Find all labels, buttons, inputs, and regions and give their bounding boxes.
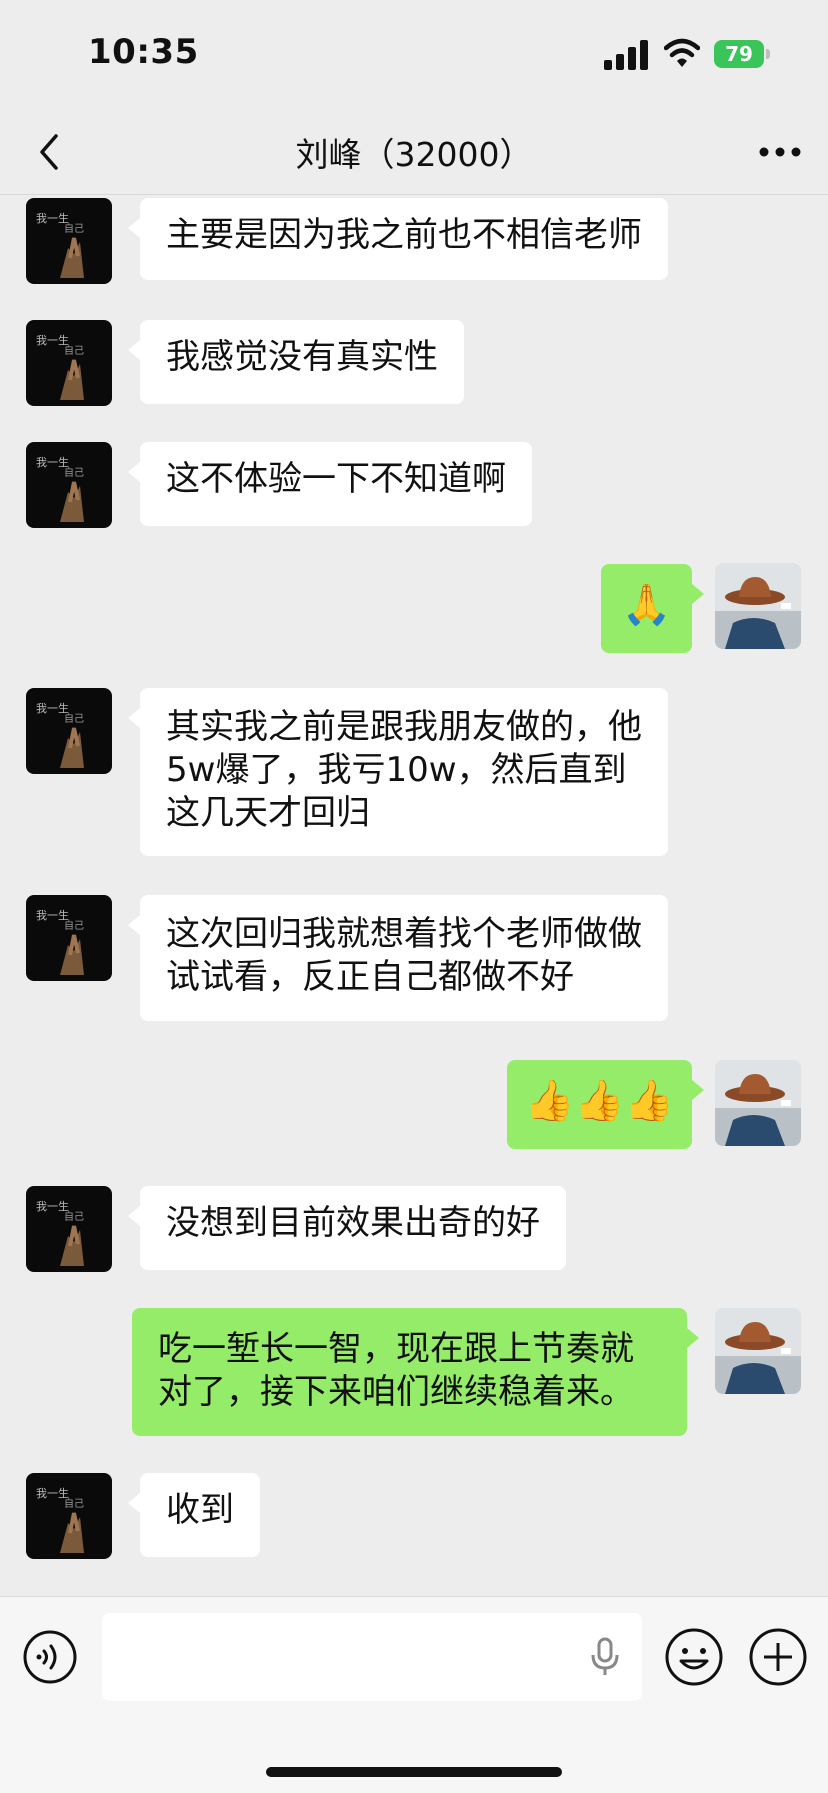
message-bubble-incoming[interactable]: 这不体验一下不知道啊 [140,442,532,526]
more-icon[interactable] [756,134,804,170]
user-avatar[interactable] [715,563,801,649]
contact-avatar[interactable]: 我一生 自己 [26,688,112,774]
user-avatar[interactable] [715,1308,801,1394]
emoji-icon[interactable] [664,1627,724,1687]
nav-bar: 刘峰（32000） [0,110,828,195]
contact-avatar[interactable]: 我一生 自己 [26,320,112,406]
message-bubble-outgoing[interactable]: 吃一堑长一智，现在跟上节奏就 对了，接下来咱们继续稳着来。 [132,1308,687,1436]
svg-text:我一生: 我一生 [36,455,69,469]
message-bubble-incoming[interactable]: 其实我之前是跟我朋友做的，他 5w爆了，我亏10w，然后直到 这几天才回归 [140,688,668,856]
pray-emoji: 🙏 [621,582,672,628]
svg-text:我一生: 我一生 [36,908,69,922]
svg-text:自己: 自己 [64,919,84,932]
battery-level: 79 [714,40,764,68]
message-bubble-outgoing[interactable]: 🙏 [601,564,692,653]
svg-text:我一生: 我一生 [36,1199,69,1213]
chat-title: 刘峰（32000） [295,135,533,174]
message-bubble-incoming[interactable]: 收到 [140,1473,260,1557]
add-icon[interactable] [748,1627,808,1687]
wifi-icon [664,38,700,67]
svg-text:自己: 自己 [64,466,84,479]
voice-icon[interactable] [22,1629,78,1685]
contact-avatar[interactable]: 我一生 自己 [26,1186,112,1272]
contact-avatar[interactable]: 我一生 自己 [26,198,112,284]
message-list[interactable]: 我一生 自己 主要是因为我之前也不相信老师 我一生 自己 我感觉没有真实性 我一生自… [0,195,828,1595]
input-bar [0,1596,828,1793]
message-line: 5w爆了，我亏10w，然后直到 [166,750,627,790]
svg-text:自己: 自己 [64,344,84,357]
message-line: 对了，接下来咱们继续稳着来。 [158,1372,634,1412]
status-time: 10:35 [88,32,199,72]
message-line: 这次回归我就想着找个老师做做 [166,914,642,954]
battery-icon: 79 [714,40,772,68]
svg-text:我一生: 我一生 [36,333,69,347]
status-bar: 10:35 79 [0,0,828,110]
svg-text:自己: 自己 [64,1497,84,1510]
message-input[interactable] [102,1613,642,1701]
message-line: 其实我之前是跟我朋友做的，他 [166,707,642,747]
message-bubble-incoming[interactable]: 没想到目前效果出奇的好 [140,1186,566,1270]
contact-avatar[interactable]: 我一生 自己 [26,895,112,981]
message-bubble-incoming[interactable]: 主要是因为我之前也不相信老师 [140,198,668,280]
message-bubble-incoming[interactable]: 我感觉没有真实性 [140,320,464,404]
svg-text:我一生: 我一生 [36,1486,69,1500]
svg-text:自己: 自己 [64,222,84,235]
svg-text:自己: 自己 [64,1210,84,1223]
svg-text:我一生: 我一生 [36,211,69,225]
thumbs-up-emoji: 👍👍👍 [524,1078,675,1124]
svg-text:我一生: 我一生 [36,701,69,715]
mic-icon[interactable] [588,1637,622,1677]
message-bubble-incoming[interactable]: 这次回归我就想着找个老师做做 试试看，反正自己都做不好 [140,895,668,1021]
contact-avatar[interactable]: 我一生 自己 [26,442,112,528]
signal-icon [604,40,648,70]
message-bubble-outgoing[interactable]: 👍👍👍 [507,1060,692,1149]
message-line: 这几天才回归 [166,793,370,833]
svg-text:自己: 自己 [64,712,84,725]
message-line: 试试看，反正自己都做不好 [166,957,574,997]
contact-avatar[interactable]: 我一生 自己 [26,1473,112,1559]
user-avatar[interactable] [715,1060,801,1146]
message-line: 吃一堑长一智，现在跟上节奏就 [158,1329,634,1369]
home-indicator[interactable] [266,1767,562,1777]
